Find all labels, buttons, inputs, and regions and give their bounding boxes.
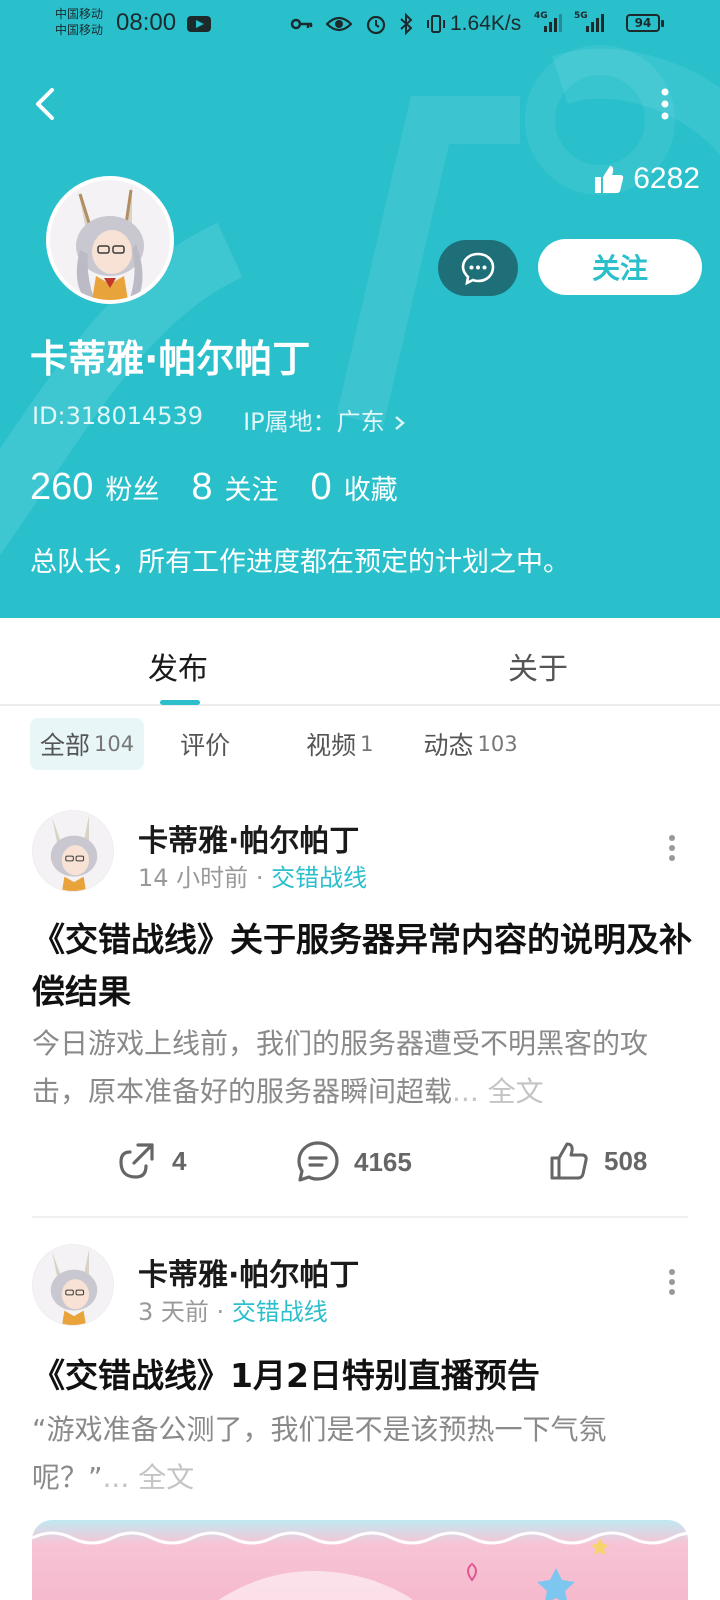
avatar-illustration [50, 180, 170, 300]
meta-separator: · [216, 1298, 232, 1326]
stat-fans[interactable]: 260 粉丝 [30, 466, 159, 509]
stat-number: 0 [310, 466, 332, 508]
post-excerpt[interactable]: 今日游戏上线前，我们的服务器遭受不明黑客的攻击，原本准备好的服务器瞬间超载...… [32, 1020, 692, 1116]
post-title[interactable]: 《交错战线》1月2日特别直播预告 [32, 1350, 692, 1402]
post-author-name[interactable]: 卡蒂雅·帕尔帕丁 [138, 1250, 359, 1294]
signal-strength-2-icon [586, 12, 604, 32]
meta-separator: · [255, 864, 272, 892]
read-full-link[interactable]: ... 全文 [452, 1075, 544, 1108]
post-meta: 3 天前 · 交错战线 [138, 1292, 328, 1327]
tab-publish[interactable]: 发布 [148, 644, 208, 688]
profile-bio: 总队长，所有工作进度都在预定的计划之中。 [30, 547, 570, 578]
post-more-button[interactable] [662, 1262, 682, 1302]
stat-number: 260 [30, 466, 94, 508]
post-author-avatar[interactable] [32, 1244, 114, 1326]
read-full-link[interactable]: ... 全文 [103, 1461, 195, 1494]
post-time: 3 天前 [138, 1298, 209, 1326]
like-count: 508 [604, 1145, 648, 1176]
share-button[interactable]: 4 [116, 1140, 186, 1182]
bluetooth-icon [400, 12, 413, 35]
post-game-link[interactable]: 交错战线 [271, 864, 367, 892]
filter-label: 视频 [306, 731, 357, 760]
content-filter-bar: 全部 104 评价 视频 1 动态 103 [30, 718, 560, 770]
filter-videos[interactable]: 视频 1 [306, 718, 373, 770]
post-actions: 4 4165 508 [0, 1140, 720, 1190]
profile-header: 中国移动 中国移动 08:00 1.64K/s 4G 5G 94 6282 关注… [0, 0, 720, 618]
stat-number: 8 [191, 466, 213, 508]
filter-label: 全部 [40, 731, 91, 760]
ip-location-link[interactable]: IP属地：广东 [243, 402, 408, 437]
cover-artwork [32, 1531, 688, 1600]
thumbs-up-outline-icon [550, 1142, 588, 1180]
thumbs-up-icon [595, 166, 624, 193]
post-meta: 14 小时前 · 交错战线 [138, 858, 367, 893]
more-vertical-icon [669, 1269, 675, 1295]
post-divider [32, 1216, 688, 1218]
filter-count: 1 [360, 732, 374, 756]
chevron-left-icon [36, 88, 54, 120]
avatar-illustration [33, 811, 113, 891]
key-icon [290, 18, 313, 29]
stat-label: 关注 [224, 475, 279, 506]
more-vertical-icon [669, 835, 675, 861]
video-app-notification-icon [187, 16, 211, 32]
share-count: 4 [172, 1145, 187, 1176]
share-icon [119, 1143, 154, 1179]
chevron-right-icon [395, 416, 406, 430]
more-vertical-icon [661, 88, 669, 120]
filter-label: 评价 [180, 731, 231, 760]
carrier-label: 中国移动 中国移动 [55, 7, 104, 37]
ip-location: IP属地：广东 [243, 408, 385, 436]
post-cover-image[interactable] [32, 1520, 688, 1600]
chat-bubble-icon [461, 252, 495, 286]
stat-label: 粉丝 [105, 475, 160, 506]
filter-count: 103 [477, 732, 518, 756]
filter-moments[interactable]: 动态 103 [424, 718, 518, 770]
tab-active-indicator [160, 700, 200, 705]
user-id: ID:318014539 [32, 402, 204, 430]
comment-count: 4165 [354, 1146, 412, 1177]
status-icons [290, 10, 447, 35]
network-speed: 1.64K/s [450, 12, 522, 35]
follow-button[interactable]: 关注 [538, 239, 702, 295]
post-title[interactable]: 《交错战线》关于服务器异常内容的说明及补偿结果 [32, 914, 692, 1018]
filter-reviews[interactable]: 评价 [180, 718, 234, 770]
battery-indicator: 94 [626, 14, 664, 32]
post-game-link[interactable]: 交错战线 [232, 1298, 328, 1326]
comment-icon [297, 1141, 339, 1182]
more-options-button[interactable] [648, 84, 682, 124]
post-excerpt-text: 今日游戏上线前，我们的服务器遭受不明黑客的攻击，原本准备好的服务器瞬间超载 [32, 1027, 649, 1108]
vibrate-icon [427, 14, 446, 33]
back-button[interactable] [26, 82, 66, 126]
profile-stats: 260 粉丝 8 关注 0 收藏 [30, 466, 430, 509]
filter-count: 104 [94, 732, 135, 756]
like-button[interactable]: 508 [548, 1140, 647, 1182]
post-author-avatar[interactable] [32, 810, 114, 892]
filter-all[interactable]: 全部 104 [30, 718, 145, 770]
status-time: 08:00 [116, 9, 177, 36]
stat-following[interactable]: 8 关注 [191, 466, 278, 509]
message-button[interactable] [438, 240, 518, 296]
eye-icon [325, 16, 353, 31]
stat-label: 收藏 [343, 475, 398, 506]
header-background-pattern [0, 45, 720, 556]
status-bar: 中国移动 中国移动 08:00 1.64K/s 4G 5G 94 [0, 0, 720, 50]
profile-tabs: 发布 关于 [0, 618, 720, 706]
profile-name: 卡蒂雅·帕尔帕丁 [30, 337, 311, 381]
alarm-icon [366, 15, 385, 34]
stat-favorites[interactable]: 0 收藏 [311, 466, 398, 509]
post-author-name[interactable]: 卡蒂雅·帕尔帕丁 [138, 816, 359, 860]
post-excerpt[interactable]: “游戏准备公测了，我们是不是该预热一下气氛呢？”... 全文 [32, 1406, 692, 1502]
avatar-illustration [33, 1245, 113, 1325]
comment-button[interactable]: 4165 [296, 1140, 412, 1184]
profile-id-row: ID:318014539 IP属地：广东 [32, 402, 408, 437]
tab-about[interactable]: 关于 [508, 644, 568, 688]
post-more-button[interactable] [662, 828, 682, 868]
filter-label: 动态 [423, 731, 474, 760]
profile-likes: 6282 [593, 162, 700, 196]
post-time: 14 小时前 [138, 864, 249, 892]
likes-count: 6282 [633, 162, 700, 195]
signal-strength-1-icon [544, 12, 562, 32]
profile-avatar[interactable] [46, 176, 174, 304]
